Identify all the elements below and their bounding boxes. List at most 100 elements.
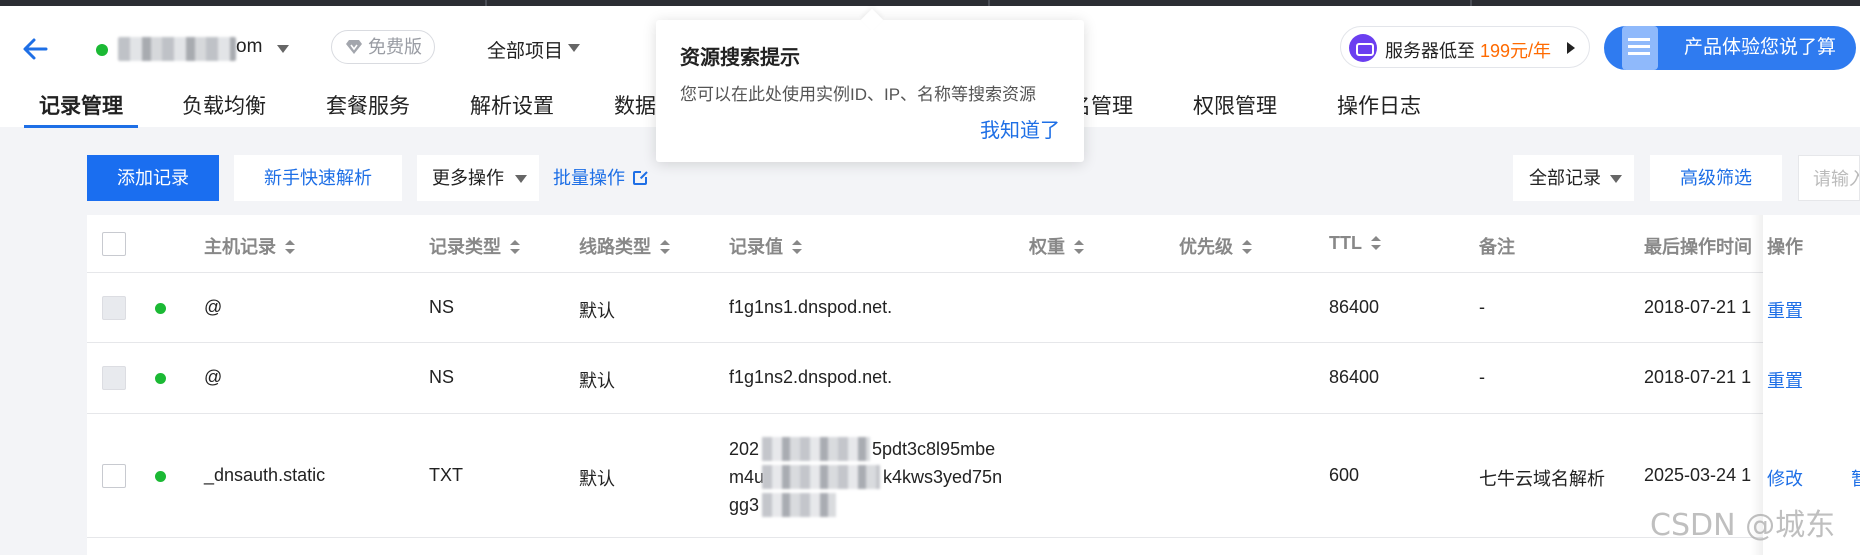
pause-link[interactable]: 暂 [1851, 465, 1860, 491]
popover-title: 资源搜索提示 [680, 47, 800, 69]
cell-value-line: 5pdt3c8l95mbe [872, 439, 996, 459]
modify-link[interactable]: 修改 [1767, 465, 1803, 491]
cell-remark: 七牛云域名解析 [1479, 469, 1605, 489]
popover-dismiss-button[interactable]: 我知道了 [980, 114, 1060, 143]
reset-link[interactable]: 重置 [1767, 297, 1803, 323]
domain-name-redacted [118, 37, 236, 61]
record-enabled-dot [155, 303, 166, 314]
reset-link[interactable]: 重置 [1767, 367, 1803, 393]
tab-data[interactable]: 数据 [614, 90, 656, 120]
row-checkbox[interactable] [102, 464, 126, 488]
server-promo-icon [1349, 34, 1377, 62]
table-row: _dnsauth.static TXT 默认 202 5pdt3c8l95mbe… [87, 414, 1860, 538]
cell-value-line: m4u [729, 467, 765, 487]
column-header-actions: 操作 [1767, 237, 1803, 257]
column-header-priority[interactable]: 优先级 [1179, 233, 1252, 259]
column-header-value[interactable]: 记录值 [729, 233, 802, 259]
csdn-watermark: CSDN @城东 [1650, 508, 1836, 543]
redacted-value-segment [762, 437, 870, 461]
batch-actions-label: 批量操作 [553, 168, 625, 188]
cell-value: f1g1ns1.dnspod.net. [729, 297, 893, 317]
cell-ttl: 86400 [1329, 297, 1380, 317]
play-arrow-icon [1567, 42, 1575, 54]
cell-ttl: 86400 [1329, 367, 1380, 387]
cell-host: _dnsauth.static [204, 465, 326, 485]
cell-host: @ [204, 297, 223, 317]
table-header: 主机记录 记录类型 线路类型 记录值 权重 优先级 TTL 备注 最后操作时间 [87, 215, 1860, 273]
chevron-down-icon [1610, 175, 1622, 183]
project-dropdown-caret-icon[interactable] [568, 44, 580, 52]
record-enabled-dot [155, 373, 166, 384]
tab-record-management[interactable]: 记录管理 [39, 90, 123, 120]
document-icon [1622, 26, 1658, 70]
column-header-type[interactable]: 记录类型 [429, 233, 520, 259]
cell-type: NS [429, 367, 455, 387]
cell-value-line: gg3 [729, 495, 760, 515]
feedback-experience-button[interactable]: 产品体验您说了算 [1604, 26, 1856, 70]
domain-dropdown-caret-icon[interactable] [277, 45, 289, 53]
tab-permission-management[interactable]: 权限管理 [1193, 90, 1277, 120]
domain-name-suffix: om [236, 36, 263, 57]
column-header-line[interactable]: 线路类型 [579, 233, 670, 259]
quick-resolve-button[interactable]: 新手快速解析 [234, 155, 402, 201]
cell-line: 默认 [579, 371, 615, 391]
chevron-down-icon [515, 175, 527, 183]
cell-value-line: 202 [729, 439, 760, 459]
sort-icon [510, 240, 520, 254]
resource-search-tip-popover: 资源搜索提示 您可以在此处使用实例ID、IP、名称等搜索资源 我知道了 [656, 20, 1084, 162]
active-tab-indicator [24, 125, 138, 128]
free-plan-label: 免费版 [368, 37, 422, 57]
back-arrow-icon[interactable] [20, 34, 50, 64]
add-record-button[interactable]: 添加记录 [87, 155, 219, 201]
column-header-host[interactable]: 主机记录 [204, 233, 295, 259]
sort-icon [792, 240, 802, 254]
record-filter-label: 全部记录 [1529, 168, 1601, 188]
server-promo-text: 服务器低至 199元/年 [1385, 41, 1552, 61]
cell-line: 默认 [579, 469, 615, 489]
cell-last-modified: 2025-03-24 1 [1644, 465, 1752, 485]
diamond-icon [346, 40, 362, 54]
cell-line: 默认 [579, 301, 615, 321]
advanced-filter-button[interactable]: 高级筛选 [1650, 155, 1782, 201]
column-header-remark: 备注 [1479, 237, 1515, 257]
select-all-checkbox[interactable] [102, 232, 126, 256]
column-header-weight[interactable]: 权重 [1029, 233, 1084, 259]
redacted-value-segment [762, 465, 880, 489]
row-checkbox [102, 366, 126, 390]
more-actions-dropdown[interactable]: 更多操作 [417, 155, 539, 201]
cell-value: f1g1ns2.dnspod.net. [729, 367, 893, 387]
promo-price: 199元/年 [1480, 41, 1552, 61]
server-promo-banner[interactable]: 服务器低至 199元/年 [1340, 26, 1590, 68]
tab-plan-service[interactable]: 套餐服务 [326, 90, 410, 120]
cell-last-modified: 2018-07-21 1 [1644, 297, 1752, 317]
tab-resolve-settings[interactable]: 解析设置 [470, 90, 554, 120]
table-row: @ NS 默认 f1g1ns2.dnspod.net. 86400 - 2018… [87, 343, 1860, 414]
feedback-experience-label: 产品体验您说了算 [1684, 37, 1837, 58]
redacted-value-segment [762, 493, 836, 517]
cell-remark: - [1479, 297, 1485, 317]
record-filter-dropdown[interactable]: 全部记录 [1513, 155, 1634, 201]
external-link-icon [633, 170, 648, 185]
sort-icon [1242, 240, 1252, 254]
tab-operation-log[interactable]: 操作日志 [1337, 90, 1421, 120]
cell-ttl: 600 [1329, 465, 1360, 485]
sort-icon [1371, 236, 1381, 250]
cell-host: @ [204, 367, 223, 387]
cell-value-line: k4kws3yed75n [883, 467, 1003, 487]
project-selector[interactable]: 全部项目 [487, 36, 563, 63]
batch-actions-link[interactable]: 批量操作 [553, 155, 653, 201]
sort-icon [285, 240, 295, 254]
tab-load-balancing[interactable]: 负载均衡 [182, 90, 266, 120]
record-enabled-dot [155, 471, 166, 482]
column-header-last-modified: 最后操作时间 [1644, 237, 1752, 257]
row-checkbox [102, 296, 126, 320]
popover-body: 您可以在此处使用实例ID、IP、名称等搜索资源 [680, 85, 1037, 104]
column-header-ttl[interactable]: TTL [1329, 233, 1381, 254]
cell-type: TXT [429, 465, 463, 485]
cell-type: NS [429, 297, 455, 317]
sort-icon [1074, 240, 1084, 254]
free-plan-badge[interactable]: 免费版 [331, 30, 435, 64]
cell-remark: - [1479, 367, 1485, 387]
search-input[interactable]: 请输入 [1798, 155, 1860, 201]
table-row: @ NS 默认 f1g1ns1.dnspod.net. 86400 - 2018… [87, 273, 1860, 343]
